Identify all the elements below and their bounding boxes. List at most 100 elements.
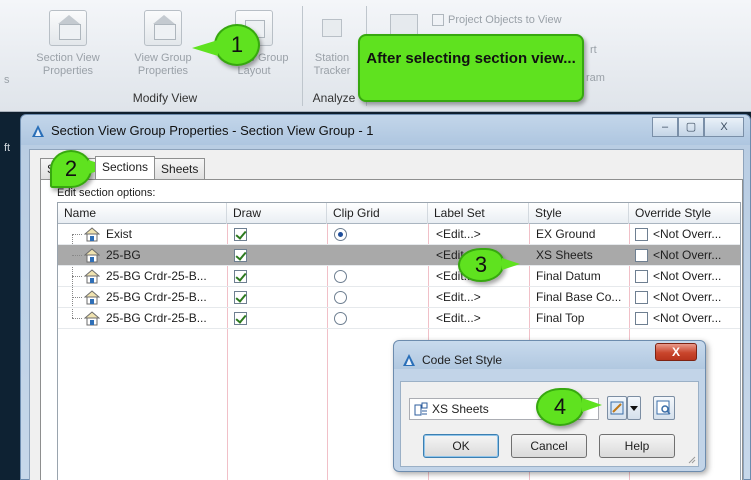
override-style-checkbox[interactable]: [635, 228, 648, 241]
column-header-style[interactable]: Style: [529, 203, 629, 224]
callout-step-4: 4: [536, 388, 584, 426]
tab-label: Sections: [102, 160, 149, 174]
style-cell[interactable]: Final Top: [536, 308, 628, 329]
project-objects-to-view-button[interactable]: Project Objects to View: [432, 14, 562, 26]
help-button[interactable]: Help: [599, 434, 675, 458]
autocad-app-icon: [32, 124, 44, 137]
tree-connector: [72, 318, 82, 319]
project-objects-large-icon: [390, 14, 418, 36]
button-label: Section View: [36, 52, 100, 64]
clip-grid-radio[interactable]: [334, 270, 347, 283]
tree-connector: [72, 234, 82, 235]
column-header-draw[interactable]: Draw: [227, 203, 327, 224]
label-set-edit-link[interactable]: <Edit...>: [436, 224, 526, 245]
row-name: 25-BG Crdr-25-B...: [106, 269, 207, 283]
draw-checkbox[interactable]: [234, 249, 247, 262]
tree-connector: [72, 255, 82, 256]
callout-step-1: 1: [214, 24, 260, 66]
edit-style-button[interactable]: [607, 396, 627, 420]
tab-sections[interactable]: Sections: [95, 156, 156, 179]
style-details-button[interactable]: [653, 396, 675, 420]
edit-pencil-icon: [610, 401, 624, 415]
close-button[interactable]: X: [704, 117, 744, 137]
station-tracker-button[interactable]: Station Tracker: [306, 10, 358, 78]
section-view-icon: [84, 248, 100, 263]
draw-checkbox[interactable]: [234, 291, 247, 304]
override-style-value: <Not Overr...: [653, 269, 722, 283]
callout-pointer: [192, 40, 218, 56]
override-style-value: <Not Overr...: [653, 311, 722, 325]
table-row[interactable]: 25-BG Crdr-25-B... <Edit...> Final Base Co…: [58, 287, 740, 308]
ok-button[interactable]: OK: [423, 434, 499, 458]
button-label: Station: [314, 52, 350, 64]
edit-section-options-label: Edit section options:: [57, 187, 156, 199]
section-view-icon: [84, 269, 100, 284]
tree-connector: [72, 297, 82, 298]
section-view-properties-button[interactable]: Section View Properties: [20, 10, 116, 78]
draw-checkbox[interactable]: [234, 228, 247, 241]
label-set-edit-link[interactable]: <Edit...>: [436, 287, 526, 308]
column-header-override-style[interactable]: Override Style: [629, 203, 742, 224]
dialog-title: Section View Group Properties - Section …: [51, 123, 374, 138]
code-set-close-button[interactable]: X: [655, 343, 697, 361]
override-style-checkbox[interactable]: [635, 249, 648, 262]
override-style-checkbox[interactable]: [635, 312, 648, 325]
code-set-title: Code Set Style: [422, 353, 503, 367]
table-row[interactable]: 25-BG <Edit XS Sheets <Not Overr...: [58, 245, 740, 266]
background-text: ft: [4, 142, 11, 154]
column-header-clip-grid[interactable]: Clip Grid: [327, 203, 428, 224]
row-name: 25-BG Crdr-25-B...: [106, 290, 207, 304]
table-row[interactable]: 25-BG Crdr-25-B... <Edit...> Final Datum <N…: [58, 266, 740, 287]
tab-sheets[interactable]: Sheets: [154, 158, 206, 179]
clip-grid-radio[interactable]: [334, 228, 347, 241]
code-set-titlebar: Code Set Style: [402, 353, 502, 367]
style-cell[interactable]: EX Ground: [536, 224, 628, 245]
panel-title-analyze: Analyze: [312, 91, 356, 105]
maximize-button[interactable]: ▢: [678, 117, 704, 137]
cancel-button[interactable]: Cancel: [511, 434, 587, 458]
style-cell[interactable]: Final Base Co...: [536, 287, 628, 308]
draw-checkbox[interactable]: [234, 312, 247, 325]
station-tracker-icon: [313, 10, 351, 46]
callout-step-2: 2: [50, 150, 92, 188]
section-view-icon: [84, 311, 100, 326]
callout-pointer: [502, 258, 520, 270]
section-view-icon: [84, 227, 100, 242]
ribbon-partial-label: ram: [586, 72, 605, 84]
section-view-properties-icon: [49, 10, 87, 46]
clip-grid-radio[interactable]: [334, 312, 347, 325]
minimize-button[interactable]: –: [652, 117, 678, 137]
override-style-checkbox[interactable]: [635, 291, 648, 304]
callout-pointer: [582, 398, 602, 412]
panel-divider: [302, 6, 303, 106]
style-cell[interactable]: Final Datum: [536, 266, 628, 287]
draw-checkbox[interactable]: [234, 270, 247, 283]
column-header-label-set[interactable]: Label Set: [428, 203, 529, 224]
override-style-value: <Not Overr...: [653, 248, 722, 262]
override-style-checkbox[interactable]: [635, 270, 648, 283]
edit-style-dropdown-button[interactable]: [627, 396, 641, 420]
code-set-style-icon: [414, 402, 428, 416]
column-header-name[interactable]: Name: [58, 203, 227, 224]
row-name: Exist: [106, 227, 133, 241]
override-style-value: <Not Overr...: [653, 290, 722, 304]
row-name: 25-BG Crdr-25-B...: [106, 311, 207, 325]
chevron-down-icon: [630, 406, 638, 411]
resize-grip-icon[interactable]: [686, 454, 696, 464]
project-objects-label: Project Objects to View: [448, 14, 562, 26]
style-cell[interactable]: XS Sheets: [536, 245, 628, 266]
table-row[interactable]: Exist <Edit...> EX Ground <Not Overr...: [58, 224, 740, 245]
section-view-icon: [84, 290, 100, 305]
override-style-value: <Not Overr...: [653, 227, 722, 241]
ribbon-cut-label: s: [4, 74, 10, 86]
table-row[interactable]: 25-BG Crdr-25-B... <Edit...> Final Top <Not…: [58, 308, 740, 329]
button-label: Properties: [137, 65, 189, 77]
callout-step-3: 3: [458, 248, 504, 282]
tab-label: Sheets: [161, 162, 199, 176]
label-set-edit-link[interactable]: <Edit...>: [436, 308, 526, 329]
button-label: Properties: [42, 65, 94, 77]
project-objects-icon: [432, 14, 444, 26]
clip-grid-radio[interactable]: [334, 291, 347, 304]
window-controls: – ▢ X: [652, 117, 744, 137]
background-strip: ft: [0, 114, 20, 480]
